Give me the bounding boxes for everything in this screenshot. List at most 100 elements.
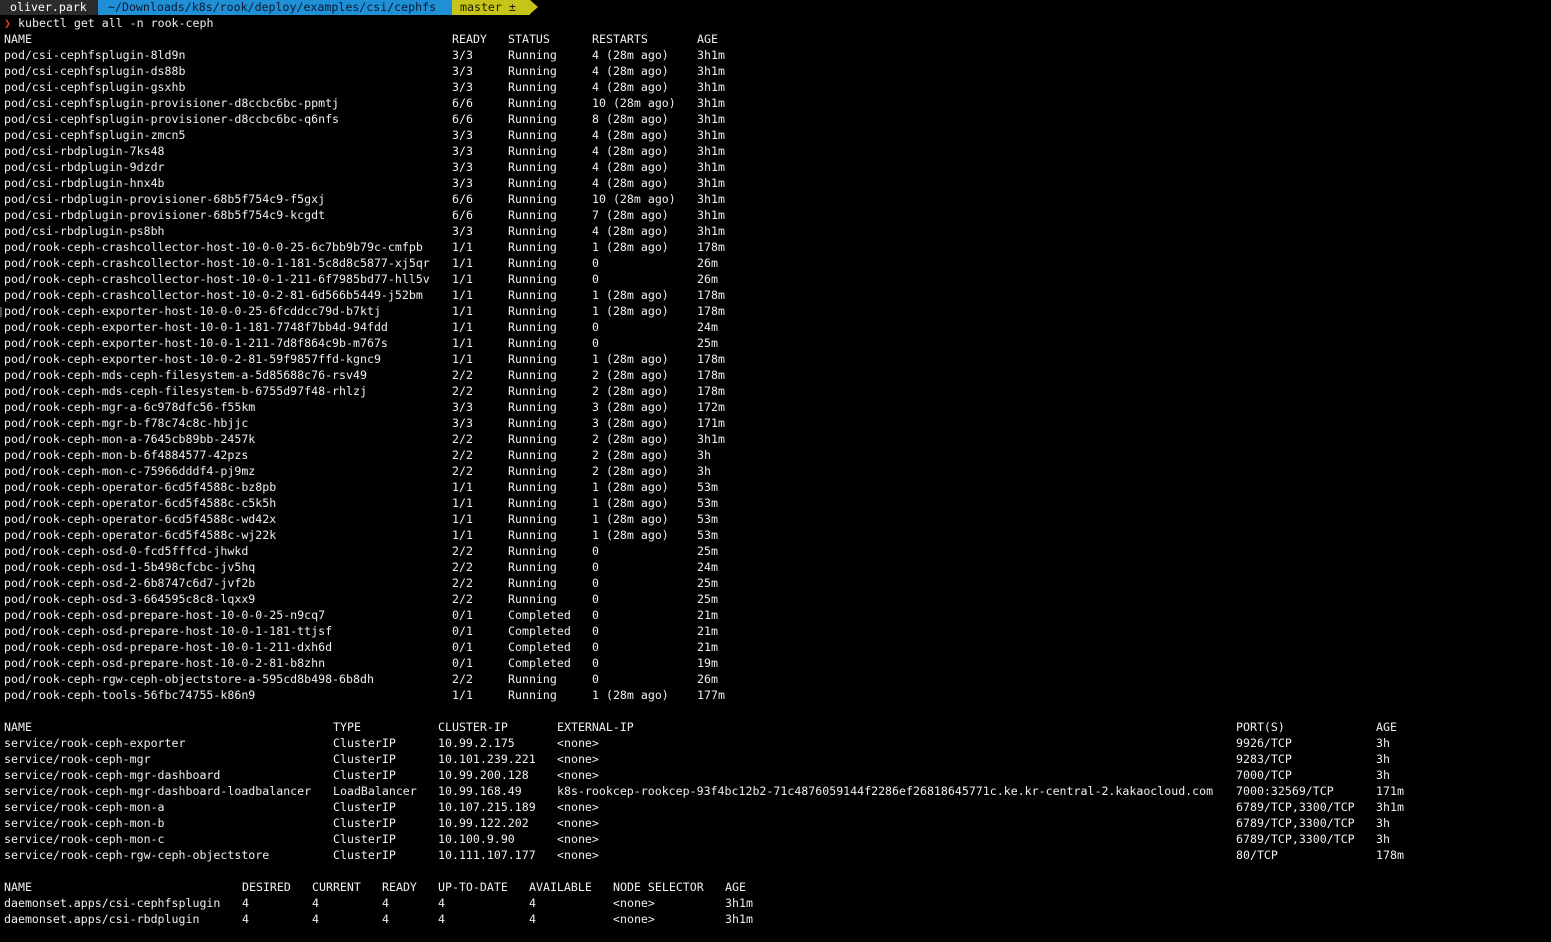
column-header: AGE: [1376, 720, 1397, 734]
table-cell: pod/csi-cephfsplugin-8ld9n: [4, 48, 186, 62]
table-cell: 24m: [697, 560, 718, 574]
command-line[interactable]: ❯ kubectl get all -n rook-ceph: [4, 15, 213, 31]
table-cell: 171m: [1376, 784, 1404, 798]
table-cell: 171m: [697, 416, 725, 430]
table-cell: 3/3: [452, 144, 473, 158]
table-cell: 3h: [1376, 768, 1390, 782]
table-cell: 9283/TCP: [1236, 752, 1292, 766]
table-cell: 19m: [697, 656, 718, 670]
prompt-user: oliver.park: [0, 0, 97, 15]
table-cell: Running: [508, 448, 557, 462]
table-cell: ClusterIP: [333, 832, 396, 846]
table-cell: Running: [508, 64, 557, 78]
table-cell: Running: [508, 368, 557, 382]
table-cell: pod/csi-rbdplugin-ps8bh: [4, 224, 165, 238]
table-cell: 1 (28m ago): [592, 512, 669, 526]
table-cell: 3 (28m ago): [592, 400, 669, 414]
table-cell: Running: [508, 112, 557, 126]
table-cell: Running: [508, 144, 557, 158]
table-cell: 3/3: [452, 80, 473, 94]
table-cell: 4: [242, 896, 249, 910]
table-cell: Running: [508, 496, 557, 510]
table-cell: 2/2: [452, 448, 473, 462]
table-cell: 3h1m: [697, 160, 725, 174]
table-cell: 21m: [697, 640, 718, 654]
table-cell: ClusterIP: [333, 768, 396, 782]
table-cell: Running: [508, 256, 557, 270]
table-cell: 1/1: [452, 336, 473, 350]
table-cell: 0: [592, 544, 599, 558]
table-cell: ClusterIP: [333, 736, 396, 750]
table-cell: 1/1: [452, 528, 473, 542]
table-cell: 4: [529, 912, 536, 926]
table-cell: <none>: [613, 896, 655, 910]
table-cell: Running: [508, 592, 557, 606]
table-cell: pod/rook-ceph-exporter-host-10-0-1-181-7…: [4, 320, 388, 334]
table-cell: 2 (28m ago): [592, 384, 669, 398]
table-cell: 6789/TCP,3300/TCP: [1236, 800, 1355, 814]
table-cell: pod/rook-ceph-operator-6cd5f4588c-wj22k: [4, 528, 277, 542]
table-cell: 0: [592, 592, 599, 606]
table-cell: 26m: [697, 256, 718, 270]
column-header: CURRENT: [312, 880, 361, 894]
table-cell: 1 (28m ago): [592, 480, 669, 494]
command-text: kubectl get all -n rook-ceph: [18, 16, 214, 30]
table-cell: Running: [508, 544, 557, 558]
table-cell: 3 (28m ago): [592, 416, 669, 430]
table-cell: 3h1m: [1376, 800, 1404, 814]
table-cell: service/rook-ceph-mon-a: [4, 800, 165, 814]
table-cell: Completed: [508, 656, 571, 670]
table-cell: 53m: [697, 496, 718, 510]
table-cell: Running: [508, 80, 557, 94]
table-cell: 3h1m: [725, 896, 753, 910]
table-cell: pod/rook-ceph-mon-a-7645cb89bb-2457k: [4, 432, 256, 446]
table-cell: Running: [508, 352, 557, 366]
column-header: READY: [452, 32, 487, 46]
table-cell: 1/1: [452, 512, 473, 526]
table-cell: 178m: [697, 304, 725, 318]
table-cell: service/rook-ceph-mon-c: [4, 832, 165, 846]
column-header: PORT(S): [1236, 720, 1285, 734]
table-cell: service/rook-ceph-mon-b: [4, 816, 165, 830]
table-cell: pod/rook-ceph-osd-2-6b8747c6d7-jvf2b: [4, 576, 256, 590]
table-cell: pod/rook-ceph-operator-6cd5f4588c-bz8pb: [4, 480, 277, 494]
table-cell: 10.99.200.128: [438, 768, 529, 782]
table-cell: 8 (28m ago): [592, 112, 669, 126]
table-cell: 4: [242, 912, 249, 926]
table-cell: 1 (28m ago): [592, 352, 669, 366]
table-cell: Running: [508, 688, 557, 702]
table-cell: 178m: [697, 288, 725, 302]
table-cell: Running: [508, 432, 557, 446]
table-cell: Running: [508, 480, 557, 494]
table-cell: 0/1: [452, 624, 473, 638]
column-header: AVAILABLE: [529, 880, 592, 894]
table-cell: 3/3: [452, 416, 473, 430]
table-cell: 1 (28m ago): [592, 288, 669, 302]
table-cell: 3h1m: [697, 208, 725, 222]
table-cell: pod/rook-ceph-crashcollector-host-10-0-2…: [4, 288, 423, 302]
table-cell: 2 (28m ago): [592, 432, 669, 446]
table-cell: 6789/TCP,3300/TCP: [1236, 816, 1355, 830]
table-cell: 1/1: [452, 496, 473, 510]
table-cell: 1/1: [452, 288, 473, 302]
table-cell: 3h1m: [697, 432, 725, 446]
table-cell: 7000:32569/TCP: [1236, 784, 1334, 798]
table-cell: 6789/TCP,3300/TCP: [1236, 832, 1355, 846]
table-cell: 21m: [697, 608, 718, 622]
table-cell: 9926/TCP: [1236, 736, 1292, 750]
table-cell: pod/rook-ceph-osd-3-664595c8c8-lqxx9: [4, 592, 256, 606]
prompt-git-branch: master ±: [452, 0, 530, 15]
table-cell: service/rook-ceph-rgw-ceph-objectstore: [4, 848, 270, 862]
column-header: CLUSTER-IP: [438, 720, 508, 734]
column-header: STATUS: [508, 32, 550, 46]
table-cell: 0: [592, 272, 599, 286]
table-cell: pod/rook-ceph-operator-6cd5f4588c-wd42x: [4, 512, 277, 526]
table-cell: service/rook-ceph-mgr: [4, 752, 151, 766]
table-cell: Completed: [508, 624, 571, 638]
column-header: UP-TO-DATE: [438, 880, 508, 894]
table-cell: Running: [508, 128, 557, 142]
table-cell: 0/1: [452, 640, 473, 654]
table-cell: 1 (28m ago): [592, 496, 669, 510]
table-cell: Running: [508, 272, 557, 286]
table-cell: pod/rook-ceph-mds-ceph-filesystem-b-6755…: [4, 384, 367, 398]
